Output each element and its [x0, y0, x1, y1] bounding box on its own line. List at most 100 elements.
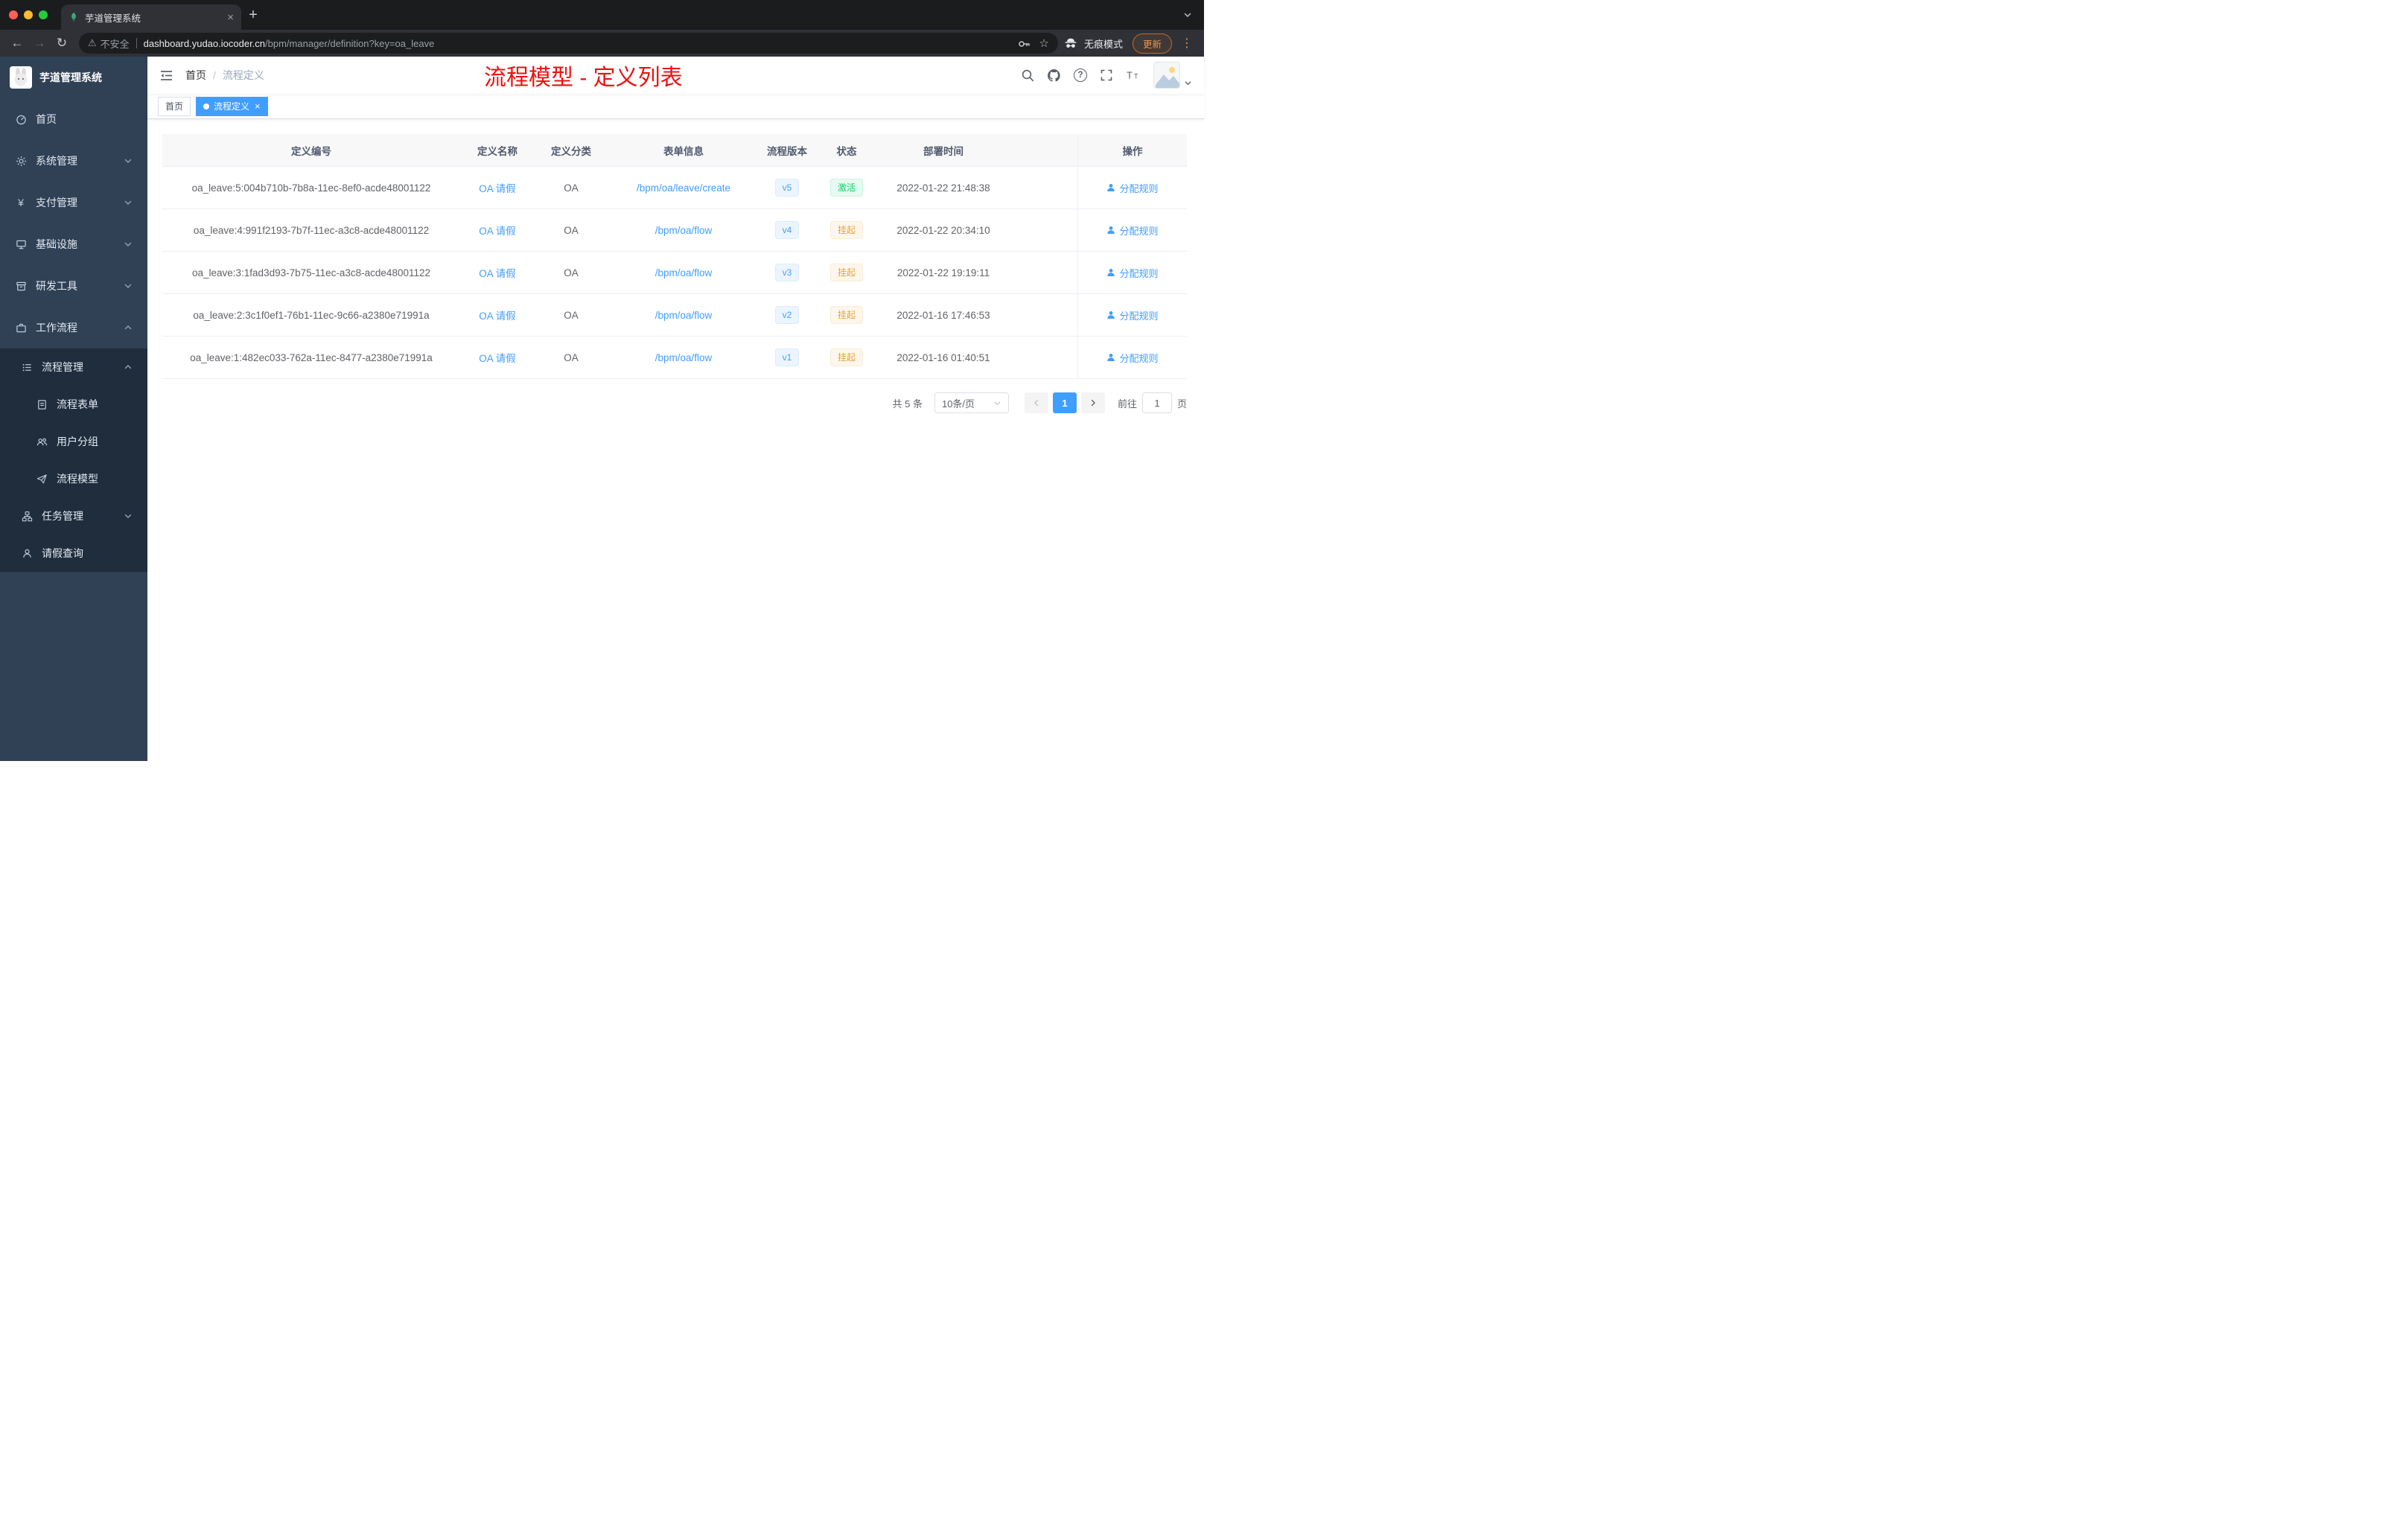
form-info-link[interactable]: /bpm/oa/leave/create	[637, 182, 730, 194]
assign-rule-button[interactable]: 分配规则	[1106, 223, 1159, 238]
app-frame: 芋道管理系统 首页 系统管理 ¥ 支付管理 基础设施 研发工具 工作流程 流程管…	[0, 57, 1204, 761]
minimize-window-button[interactable]	[24, 10, 33, 19]
toolbar-right: 无痕模式 更新 ⋮	[1064, 33, 1198, 54]
github-icon[interactable]	[1047, 69, 1061, 83]
chevron-down-icon	[124, 512, 133, 520]
chevron-down-icon	[124, 281, 133, 290]
document-icon	[36, 399, 48, 410]
cell-category: OA	[564, 182, 579, 194]
tab-search-chevron-icon[interactable]	[1183, 10, 1192, 19]
font-size-icon[interactable]: TT	[1126, 69, 1141, 82]
goto-page-input[interactable]	[1141, 392, 1172, 413]
form-info-link[interactable]: /bpm/oa/flow	[655, 310, 713, 321]
list-icon	[21, 362, 33, 373]
incognito-icon	[1064, 37, 1077, 49]
tag-home[interactable]: 首页	[158, 96, 191, 116]
goto-page: 前往 页	[1118, 392, 1187, 413]
definition-name-link[interactable]: OA 请假	[479, 350, 516, 365]
browser-tab[interactable]: 芋道管理系统 ×	[61, 4, 241, 30]
sidebar-item-process-management[interactable]: 流程管理	[0, 348, 147, 386]
cell-category: OA	[564, 267, 579, 278]
search-icon[interactable]	[1021, 69, 1034, 82]
sidebar-item-process-form[interactable]: 流程表单	[0, 386, 147, 423]
forward-button[interactable]: →	[28, 32, 51, 54]
sidebar-item-user-group[interactable]: 用户分组	[0, 423, 147, 460]
table-header-row: 定义编号 定义名称 定义分类 表单信息 流程版本 状态 部署时间 操作	[162, 134, 1187, 167]
help-icon[interactable]: ?	[1074, 69, 1087, 82]
close-window-button[interactable]	[9, 10, 18, 19]
page-size-select[interactable]: 10条/页	[934, 392, 1009, 413]
status-badge: 挂起	[829, 306, 863, 324]
update-browser-button[interactable]: 更新	[1132, 33, 1172, 54]
sidebar-collapse-button[interactable]	[159, 69, 173, 83]
address-bar[interactable]: ⚠ 不安全 dashboard.yudao.iocoder.cn /bpm/ma…	[79, 33, 1058, 54]
cell-filler	[1008, 209, 1077, 251]
url-path: /bpm/manager/definition?key=oa_leave	[265, 37, 435, 49]
chevron-down-icon	[124, 240, 133, 249]
sidebar-item-system[interactable]: 系统管理	[0, 140, 147, 182]
fullscreen-icon[interactable]	[1100, 69, 1113, 82]
definition-name-link[interactable]: OA 请假	[479, 180, 516, 195]
pagination: 共 5 条 10条/页 1 前往 页	[162, 392, 1187, 413]
browser-menu-icon[interactable]: ⋮	[1179, 36, 1195, 51]
sidebar-item-infrastructure[interactable]: 基础设施	[0, 223, 147, 265]
sidebar-item-task-management[interactable]: 任务管理	[0, 497, 147, 535]
assign-rule-button[interactable]: 分配规则	[1106, 266, 1159, 280]
reload-button[interactable]: ↻	[51, 32, 73, 54]
page-content: 定义编号 定义名称 定义分类 表单信息 流程版本 状态 部署时间 操作 oa_l…	[147, 119, 1204, 761]
maximize-window-button[interactable]	[39, 10, 48, 19]
definition-name-link[interactable]: OA 请假	[479, 265, 516, 280]
top-navbar: 首页 / 流程定义 流程模型 - 定义列表 ? TT	[147, 57, 1204, 94]
main-area: 首页 / 流程定义 流程模型 - 定义列表 ? TT 首页 流程定义 × 定义编…	[147, 57, 1204, 761]
bookmark-star-icon[interactable]: ☆	[1039, 36, 1049, 50]
app-logo	[10, 66, 32, 89]
cell-filler	[1008, 294, 1077, 336]
back-button[interactable]: ←	[6, 32, 28, 54]
column-header: 部署时间	[923, 145, 963, 157]
sidebar-logo-row: 芋道管理系统	[0, 57, 147, 98]
definition-name-link[interactable]: OA 请假	[479, 223, 516, 238]
cell-definition-id: oa_leave:5:004b710b-7b8a-11ec-8ef0-acde4…	[191, 182, 431, 194]
sidebar-item-workflow[interactable]: 工作流程	[0, 307, 147, 348]
sidebar: 芋道管理系统 首页 系统管理 ¥ 支付管理 基础设施 研发工具 工作流程 流程管…	[0, 57, 147, 761]
form-info-link[interactable]: /bpm/oa/flow	[655, 267, 713, 278]
new-tab-button[interactable]: +	[241, 3, 265, 27]
cell-deploy-time: 2022-01-22 21:48:38	[896, 182, 990, 194]
assign-rule-button[interactable]: 分配规则	[1106, 181, 1159, 195]
assign-rule-button[interactable]: 分配规则	[1106, 308, 1159, 322]
prev-page-button[interactable]	[1024, 392, 1048, 413]
sidebar-item-process-model[interactable]: 流程模型	[0, 460, 147, 497]
next-page-button[interactable]	[1080, 392, 1105, 413]
paper-plane-icon	[36, 474, 48, 485]
sidebar-item-home[interactable]: 首页	[0, 98, 147, 140]
incognito-label: 无痕模式	[1083, 38, 1123, 50]
table-row: oa_leave:5:004b710b-7b8a-11ec-8ef0-acde4…	[162, 167, 1187, 209]
sidebar-item-devtools[interactable]: 研发工具	[0, 265, 147, 307]
breadcrumb-home-link[interactable]: 首页	[185, 68, 206, 83]
goto-label: 前往	[1117, 398, 1137, 410]
form-info-link[interactable]: /bpm/oa/flow	[655, 352, 713, 363]
sidebar-menu: 首页 系统管理 ¥ 支付管理 基础设施 研发工具 工作流程 流程管理 流程表单 …	[0, 98, 147, 572]
toolbox-icon	[15, 281, 27, 292]
page-number-button[interactable]: 1	[1052, 392, 1077, 413]
sidebar-item-payment[interactable]: ¥ 支付管理	[0, 182, 147, 223]
definition-name-link[interactable]: OA 请假	[479, 308, 516, 322]
tag-process-definition[interactable]: 流程定义 ×	[196, 96, 268, 116]
user-avatar[interactable]	[1153, 62, 1180, 89]
browser-window: 芋道管理系统 × + ← → ↻ ⚠ 不安全 dashboard.yudao.i…	[0, 0, 1204, 57]
pagination-total: 共 5 条	[892, 398, 923, 410]
sidebar-item-leave-query[interactable]: 请假查询	[0, 535, 147, 572]
password-key-icon[interactable]	[1018, 37, 1031, 50]
tab-close-icon[interactable]: ×	[227, 12, 234, 23]
version-badge: v2	[774, 306, 800, 324]
definition-table: 定义编号 定义名称 定义分类 表单信息 流程版本 状态 部署时间 操作 oa_l…	[162, 134, 1187, 379]
form-info-link[interactable]: /bpm/oa/flow	[655, 225, 713, 236]
workflow-submenu: 流程管理 流程表单 用户分组 流程模型 任务管理 请假查询	[0, 348, 147, 572]
browser-toolbar: ← → ↻ ⚠ 不安全 dashboard.yudao.iocoder.cn /…	[0, 30, 1204, 57]
tags-view-bar: 首页 流程定义 ×	[147, 94, 1204, 119]
chevron-up-icon	[124, 363, 133, 372]
column-header: 流程版本	[767, 145, 807, 157]
assign-rule-button[interactable]: 分配规则	[1106, 351, 1159, 365]
tag-close-icon[interactable]: ×	[255, 101, 261, 111]
avatar-dropdown-caret-icon[interactable]	[1184, 79, 1192, 87]
